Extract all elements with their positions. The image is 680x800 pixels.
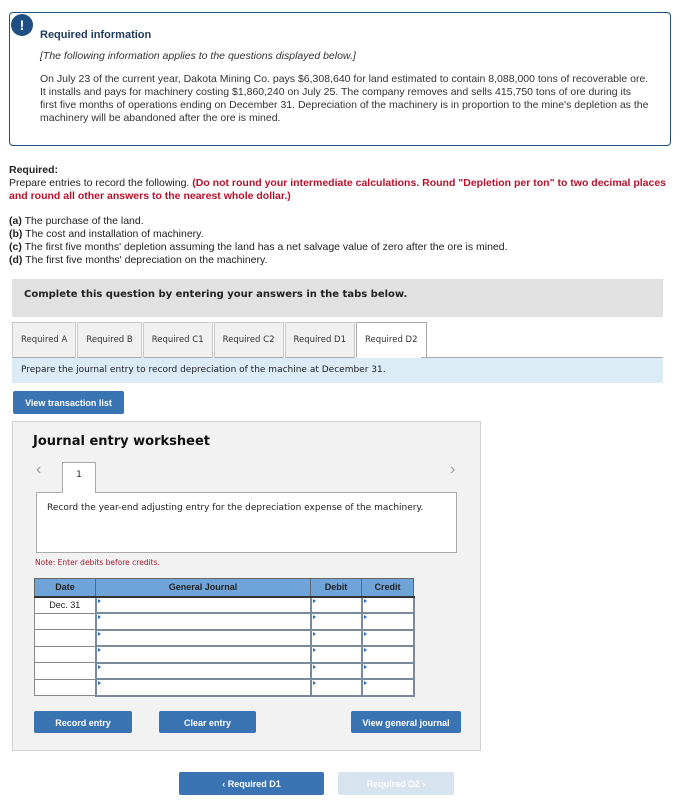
required-list: (a) The purchase of the land. (b) The co… [9, 215, 669, 267]
journal-entry-worksheet: Journal entry worksheet ‹ 1 › Record the… [12, 421, 481, 751]
tab-instruction: Prepare the journal entry to record depr… [12, 358, 663, 383]
chevron-left-icon[interactable]: ‹ [36, 461, 41, 479]
credit-input[interactable] [360, 661, 415, 680]
required-item: (c) The first five months' depletion ass… [9, 241, 669, 254]
item-text: The first five months' depletion assumin… [21, 241, 508, 253]
entry-tab-1[interactable]: 1 [62, 462, 96, 493]
debits-note: Note: Enter debits before credits. [35, 558, 160, 567]
required-item: (a) The purchase of the land. [9, 215, 669, 228]
column-header-debit: Debit [310, 578, 362, 598]
required-section: Required: Prepare entries to record the … [9, 164, 669, 267]
debit-input[interactable] [309, 661, 363, 680]
date-cell [34, 645, 96, 663]
date-cell [34, 629, 96, 647]
account-input[interactable] [94, 612, 312, 631]
table-row [34, 612, 415, 631]
date-cell [34, 662, 96, 680]
table-row [34, 645, 415, 664]
item-text: The purchase of the land. [21, 215, 144, 227]
account-input[interactable] [94, 678, 312, 697]
info-body: On July 23 of the current year, Dakota M… [40, 73, 649, 124]
required-information-box: ! Required information [The following in… [9, 12, 671, 146]
tab-required-d1[interactable]: Required D1 [284, 322, 356, 358]
item-key: (a) [9, 215, 22, 227]
column-header-general-journal: General Journal [95, 578, 311, 598]
item-key: (d) [9, 254, 23, 266]
required-item: (b) The cost and installation of machine… [9, 228, 669, 241]
item-text: The first five months' depreciation on t… [22, 254, 268, 266]
view-transaction-list-button[interactable]: View transaction list [13, 391, 124, 414]
credit-input[interactable] [360, 628, 415, 647]
tab-required-c2[interactable]: Required C2 [213, 322, 284, 358]
next-required-d2-button[interactable]: Required D2 › [338, 772, 454, 795]
required-item: (d) The first five months' depreciation … [9, 254, 669, 267]
account-input[interactable] [94, 628, 312, 647]
credit-input[interactable] [360, 595, 415, 614]
account-input[interactable] [94, 661, 312, 680]
tab-required-a[interactable]: Required A [12, 322, 77, 358]
credit-input[interactable] [360, 612, 415, 631]
entry-description: Record the year-end adjusting entry for … [36, 492, 457, 553]
general-journal-table: Date General Journal Debit Credit Dec. 3… [34, 578, 415, 697]
previous-required-d1-button[interactable]: ‹ Required D1 [179, 772, 324, 795]
alert-icon: ! [11, 14, 33, 36]
debit-input[interactable] [309, 678, 363, 697]
account-input[interactable] [94, 645, 312, 664]
credit-input[interactable] [360, 678, 415, 697]
item-key: (c) [9, 241, 22, 253]
clear-entry-button[interactable]: Clear entry [159, 711, 256, 733]
tab-required-b[interactable]: Required B [77, 322, 142, 358]
debit-input[interactable] [309, 595, 363, 614]
credit-input[interactable] [360, 645, 415, 664]
table-header-row: Date General Journal Debit Credit [34, 578, 414, 598]
item-text: The cost and installation of machinery. [22, 228, 204, 240]
table-row [34, 661, 415, 680]
column-header-credit: Credit [361, 578, 414, 598]
view-general-journal-button[interactable]: View general journal [351, 711, 461, 733]
required-tabs: Required A Required B Required C1 Requir… [12, 322, 428, 358]
debit-input[interactable] [309, 645, 363, 664]
tab-required-d2[interactable]: Required D2 [356, 322, 427, 358]
info-title: Required information [40, 29, 152, 41]
date-cell: Dec. 31 [34, 596, 96, 614]
required-lead: Prepare entries to record the following. [9, 177, 193, 189]
account-input[interactable] [94, 595, 312, 614]
required-instructions: Prepare entries to record the following.… [9, 177, 669, 203]
debit-input[interactable] [309, 612, 363, 631]
required-heading: Required: [9, 164, 59, 176]
date-cell [34, 612, 96, 630]
chevron-right-icon[interactable]: › [450, 461, 455, 479]
record-entry-button[interactable]: Record entry [34, 711, 132, 733]
table-row [34, 628, 415, 647]
complete-question-banner: Complete this question by entering your … [12, 279, 663, 317]
tab-required-c1[interactable]: Required C1 [142, 322, 213, 358]
table-row: Dec. 31 [34, 595, 415, 614]
column-header-date: Date [34, 578, 96, 598]
worksheet-title: Journal entry worksheet [33, 434, 210, 449]
date-cell [34, 678, 96, 696]
debit-input[interactable] [309, 628, 363, 647]
item-key: (b) [9, 228, 23, 240]
info-intro: [The following information applies to th… [40, 50, 356, 62]
table-row [34, 678, 415, 697]
